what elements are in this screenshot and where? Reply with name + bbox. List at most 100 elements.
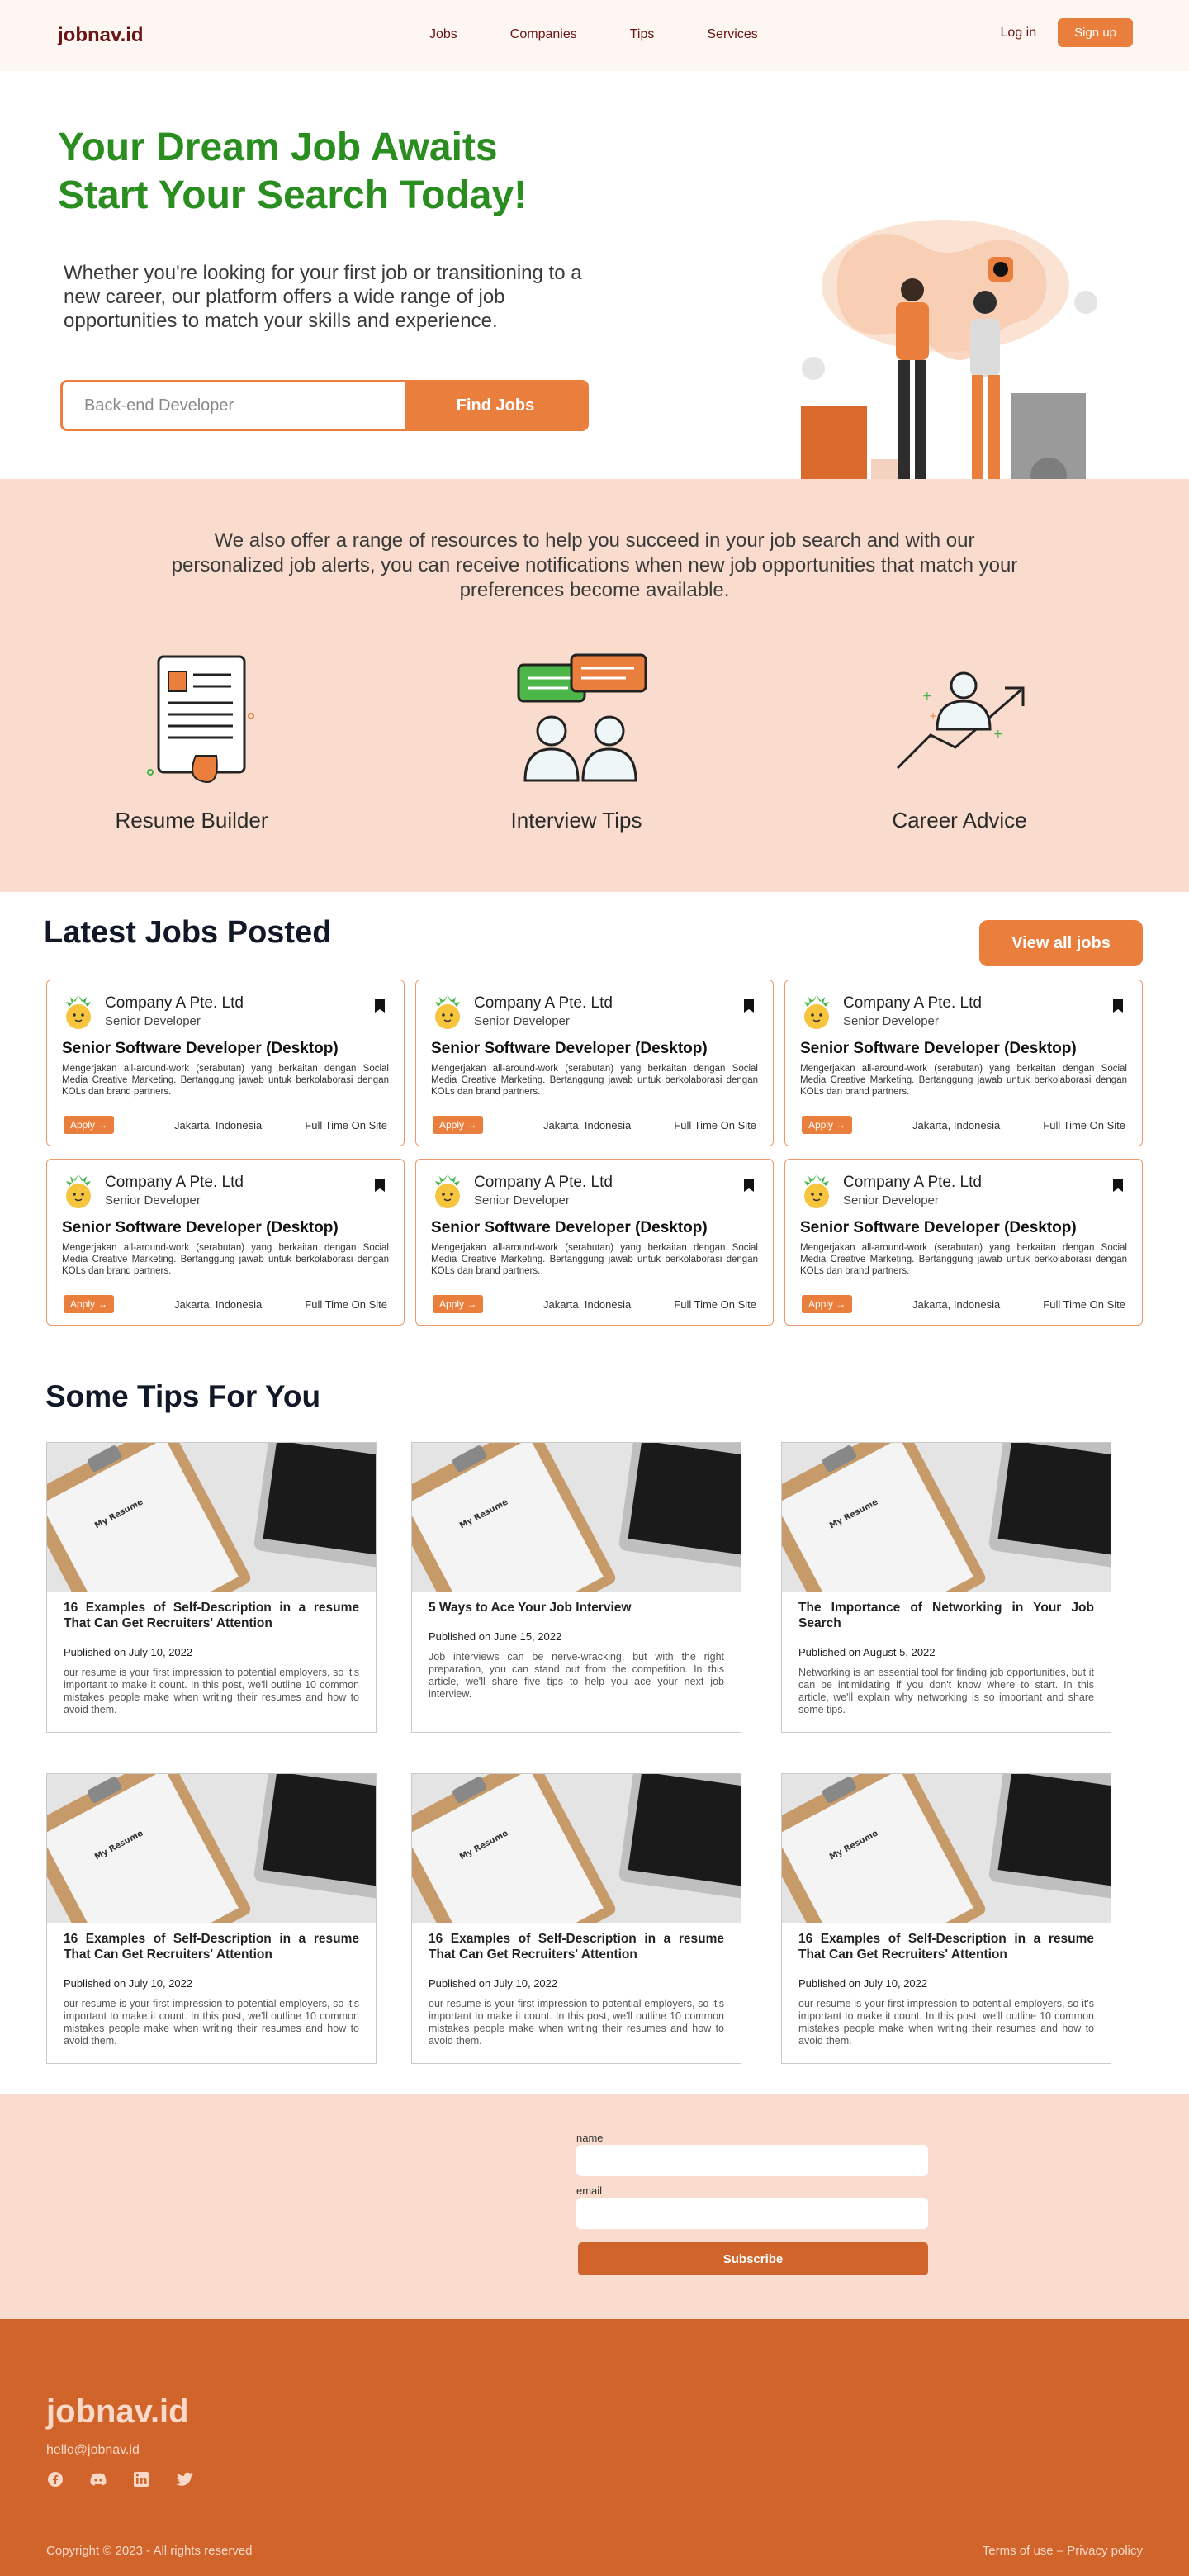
job-card[interactable]: Company A Pte. Ltd Senior Developer Senior… xyxy=(415,1159,774,1326)
nav-link-services[interactable]: Services xyxy=(707,27,757,42)
resource-label: Career Advice xyxy=(892,808,1027,833)
tip-published-date: Published on July 10, 2022 xyxy=(429,1977,558,1990)
nav-link-tips[interactable]: Tips xyxy=(630,27,655,42)
job-title: Senior Software Developer (Desktop) xyxy=(800,1040,1077,1057)
tip-title[interactable]: The Importance of Networking in Your Job… xyxy=(798,1600,1094,1631)
job-card-header: Company A Pte. Ltd Senior Developer xyxy=(62,992,389,1030)
company-name: Company A Pte. Ltd xyxy=(105,994,244,1012)
company-info: Company A Pte. Ltd Senior Developer xyxy=(105,994,244,1028)
job-card[interactable]: Company A Pte. Ltd Senior Developer Senior… xyxy=(46,1159,405,1326)
tip-excerpt: our resume is your first impression to p… xyxy=(64,1998,359,2047)
nav-link-companies[interactable]: Companies xyxy=(510,27,577,42)
apply-button[interactable]: Apply → xyxy=(433,1295,484,1313)
bookmark-icon[interactable] xyxy=(1112,999,1124,1018)
name-field[interactable] xyxy=(576,2145,928,2176)
tip-title[interactable]: 16 Examples of Self-Description in a res… xyxy=(64,1600,359,1631)
company-info: Company A Pte. Ltd Senior Developer xyxy=(843,1174,982,1207)
view-all-jobs-button[interactable]: View all jobs xyxy=(979,920,1143,966)
tip-body: 16 Examples of Self-Description in a res… xyxy=(47,1923,376,2056)
job-card-header: Company A Pte. Ltd Senior Developer xyxy=(431,1171,758,1209)
tip-title[interactable]: 16 Examples of Self-Description in a res… xyxy=(798,1931,1094,1962)
company-info: Company A Pte. Ltd Senior Developer xyxy=(105,1174,244,1207)
tip-body: 16 Examples of Self-Description in a res… xyxy=(412,1923,741,2056)
email-label: email xyxy=(576,2185,603,2197)
job-card[interactable]: Company A Pte. Ltd Senior Developer Senior… xyxy=(784,1159,1143,1326)
job-card[interactable]: Company A Pte. Ltd Senior Developer Senior… xyxy=(46,980,405,1146)
tip-card[interactable]: My Resume 16 Examples of Self-Description… xyxy=(46,1442,377,1733)
job-description: Mengerjakan all-around-work (serabutan) … xyxy=(431,1243,758,1276)
job-card-footer: Apply → Jakarta, Indonesia Full Time On Si… xyxy=(802,1116,1125,1134)
job-card[interactable]: Company A Pte. Ltd Senior Developer Senior… xyxy=(784,980,1143,1146)
social-links xyxy=(46,2470,193,2488)
linkedin-icon[interactable] xyxy=(132,2470,150,2488)
tip-card[interactable]: My Resume 16 Examples of Self-Description… xyxy=(411,1773,741,2064)
facebook-icon[interactable] xyxy=(46,2470,64,2488)
twitter-icon[interactable] xyxy=(175,2470,193,2488)
tip-title[interactable]: 16 Examples of Self-Description in a res… xyxy=(64,1931,359,1962)
subscribe-button[interactable]: Subscribe xyxy=(578,2242,928,2275)
tip-card[interactable]: My Resume The Importance of Networking in… xyxy=(781,1442,1111,1733)
job-card-footer: Apply → Jakarta, Indonesia Full Time On Si… xyxy=(433,1116,756,1134)
find-jobs-button[interactable]: Find Jobs xyxy=(405,382,586,429)
job-card[interactable]: Company A Pte. Ltd Senior Developer Senior… xyxy=(415,980,774,1146)
resource-resume-builder[interactable]: Resume Builder xyxy=(68,644,315,833)
tip-image: My Resume xyxy=(782,1774,1111,1923)
job-card-footer: Apply → Jakarta, Indonesia Full Time On Si… xyxy=(64,1295,387,1313)
hero-subtitle: Whether you're looking for your first jo… xyxy=(64,262,582,332)
job-description: Mengerjakan all-around-work (serabutan) … xyxy=(431,1064,758,1097)
tip-card[interactable]: My Resume 16 Examples of Self-Description… xyxy=(781,1773,1111,2064)
apply-button[interactable]: Apply → xyxy=(433,1116,484,1134)
tip-card[interactable]: My Resume 16 Examples of Self-Description… xyxy=(46,1773,377,2064)
bookmark-icon[interactable] xyxy=(374,999,386,1018)
footer-brand[interactable]: jobnav.id xyxy=(46,2393,189,2431)
job-role: Senior Developer xyxy=(843,1193,939,1207)
company-name: Company A Pte. Ltd xyxy=(105,1173,244,1191)
email-field[interactable] xyxy=(576,2198,928,2229)
signup-button[interactable]: Sign up xyxy=(1058,18,1133,47)
bookmark-icon[interactable] xyxy=(1112,1178,1124,1197)
brand-logo[interactable]: jobnav.id xyxy=(58,24,144,47)
tip-title[interactable]: 5 Ways to Ace Your Job Interview xyxy=(429,1600,724,1615)
bookmark-icon[interactable] xyxy=(743,1178,755,1197)
tip-published-date: Published on August 5, 2022 xyxy=(798,1646,936,1658)
resource-interview-tips[interactable]: Interview Tips xyxy=(452,644,700,833)
job-role: Senior Developer xyxy=(474,1193,570,1207)
tip-title[interactable]: 16 Examples of Self-Description in a res… xyxy=(429,1931,724,1962)
discord-icon[interactable] xyxy=(89,2470,107,2488)
svg-text:+: + xyxy=(929,710,937,722)
hero-title: Your Dream Job Awaits Start Your Search … xyxy=(58,124,636,220)
resource-career-advice[interactable]: + + + Career Advice xyxy=(836,644,1083,833)
job-description: Mengerjakan all-around-work (serabutan) … xyxy=(62,1064,389,1097)
company-logo xyxy=(62,992,95,1030)
bookmark-icon[interactable] xyxy=(743,999,755,1018)
tip-card[interactable]: My Resume 5 Ways to Ace Your Job Intervie… xyxy=(411,1442,741,1733)
nav-link-jobs[interactable]: Jobs xyxy=(429,27,457,42)
job-role: Senior Developer xyxy=(105,1013,201,1028)
tip-published-date: Published on July 10, 2022 xyxy=(64,1646,193,1658)
job-role: Senior Developer xyxy=(474,1013,570,1028)
login-link[interactable]: Log in xyxy=(1001,26,1037,40)
job-card-header: Company A Pte. Ltd Senior Developer xyxy=(62,1171,389,1209)
apply-button[interactable]: Apply → xyxy=(64,1116,115,1134)
tip-image: My Resume xyxy=(47,1443,376,1592)
apply-button[interactable]: Apply → xyxy=(802,1116,853,1134)
tip-published-date: Published on June 15, 2022 xyxy=(429,1630,562,1643)
company-logo xyxy=(800,992,833,1030)
job-type: Full Time On Site xyxy=(305,1297,387,1311)
job-search-input[interactable] xyxy=(63,382,405,429)
footer-email[interactable]: hello@jobnav.id xyxy=(46,2443,140,2458)
career-icon: + + + xyxy=(836,644,1083,793)
job-title: Senior Software Developer (Desktop) xyxy=(431,1040,708,1057)
resources-intro: We also offer a range of resources to he… xyxy=(171,529,1018,601)
apply-button[interactable]: Apply → xyxy=(64,1295,115,1313)
job-type: Full Time On Site xyxy=(1043,1118,1125,1131)
legal-links[interactable]: Terms of use – Privacy policy xyxy=(983,2544,1143,2558)
tip-excerpt: our resume is your first impression to p… xyxy=(64,1667,359,1715)
company-logo xyxy=(431,992,464,1030)
tip-image: My Resume xyxy=(782,1443,1111,1592)
auth-actions: Log in Sign up xyxy=(1001,18,1133,47)
bookmark-icon[interactable] xyxy=(374,1178,386,1197)
company-logo xyxy=(62,1171,95,1209)
apply-button[interactable]: Apply → xyxy=(802,1295,853,1313)
job-location: Jakarta, Indonesia xyxy=(912,1118,1001,1131)
